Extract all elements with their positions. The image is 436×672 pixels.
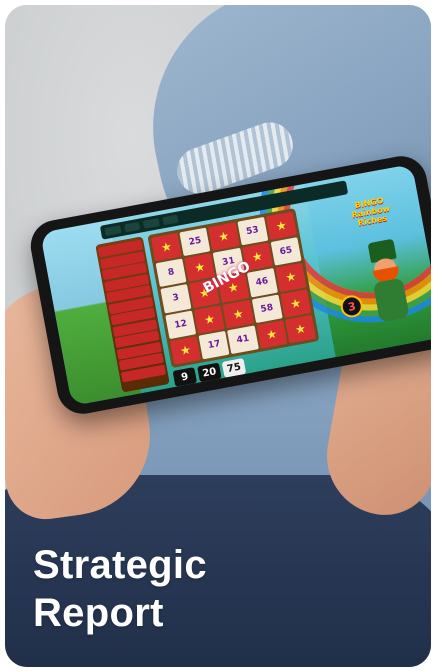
bingo-number-cell: 41 bbox=[227, 325, 259, 355]
report-card[interactable]: ★ 25 ★ 53 ★ 8 ★ 31 ★ 65 3 ★ ★ 46 ★ 12 ★ ★ 58 ★ ★ 17 41 ★ ★ BINGO… bbox=[5, 5, 431, 667]
star-icon: ★ bbox=[280, 288, 312, 318]
top-bar-pill bbox=[123, 221, 141, 233]
title-line-1: Strategic bbox=[33, 543, 207, 587]
title-line-2: Report bbox=[33, 591, 164, 635]
bingo-number-cell: 12 bbox=[165, 310, 197, 339]
star-icon: ★ bbox=[193, 304, 226, 334]
page-title: Strategic Report bbox=[33, 541, 207, 637]
star-icon: ★ bbox=[150, 232, 183, 262]
top-bar-pill bbox=[142, 218, 160, 229]
top-bar-pill bbox=[161, 214, 179, 226]
called-ball: 75 bbox=[221, 357, 247, 378]
bingo-number-cell: 25 bbox=[179, 227, 211, 257]
star-icon: ★ bbox=[275, 263, 307, 292]
star-icon: ★ bbox=[169, 335, 202, 365]
star-icon: ★ bbox=[284, 314, 316, 344]
star-icon: ★ bbox=[208, 222, 240, 251]
bingo-number-cell: 65 bbox=[270, 237, 302, 267]
star-icon: ★ bbox=[256, 319, 288, 349]
bingo-number-cell: 17 bbox=[198, 330, 230, 360]
bingo-number-cell: 53 bbox=[237, 216, 269, 246]
bingo-number-cell: 58 bbox=[251, 294, 283, 323]
bingo-number-cell: 3 bbox=[160, 284, 192, 314]
top-bar-pill bbox=[104, 225, 122, 237]
star-icon: ★ bbox=[265, 211, 297, 241]
called-ball: 9 bbox=[172, 367, 198, 387]
bingo-number-cell: 8 bbox=[155, 258, 187, 288]
called-ball: 20 bbox=[197, 362, 222, 383]
bingo-card-grid: ★ 25 ★ 53 ★ 8 ★ 31 ★ 65 3 ★ ★ 46 ★ 12 ★ ★ 58 ★ ★ 17 41 ★ ★ bbox=[147, 208, 320, 369]
star-icon: ★ bbox=[222, 299, 254, 329]
